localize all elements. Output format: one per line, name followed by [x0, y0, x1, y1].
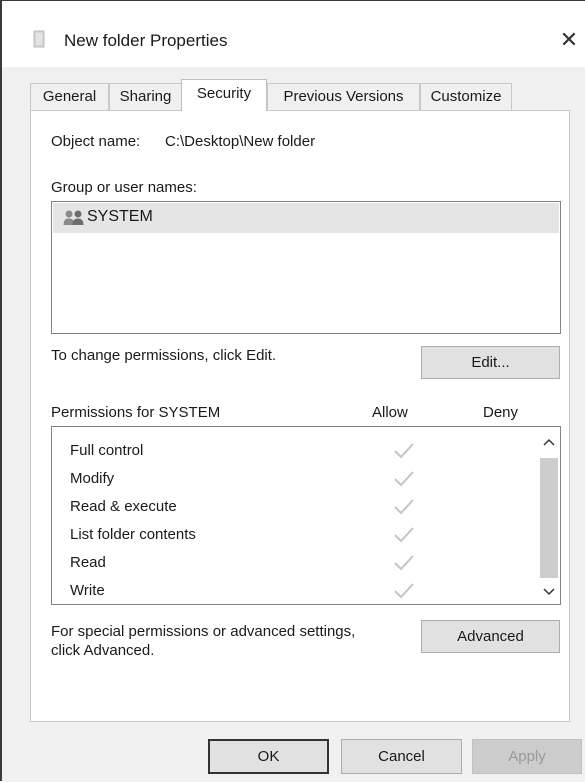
- tab-previous-versions[interactable]: Previous Versions: [267, 83, 420, 110]
- group-user-label: Group or user names:: [51, 179, 197, 196]
- scroll-down-button[interactable]: [538, 578, 560, 604]
- scroll-thumb[interactable]: [540, 458, 558, 578]
- list-item-system[interactable]: SYSTEM: [53, 203, 559, 233]
- advanced-hint-line2: click Advanced.: [51, 642, 155, 659]
- permission-name: Read & execute: [70, 498, 177, 515]
- tab-customize[interactable]: Customize: [420, 83, 512, 110]
- window-title: New folder Properties: [64, 31, 228, 50]
- permission-row: Modify: [70, 465, 540, 493]
- list-item-label: SYSTEM: [87, 208, 153, 225]
- object-name-value: C:\Desktop\New folder: [165, 133, 316, 150]
- chevron-down-icon: [543, 588, 555, 596]
- object-name-label: Object name:: [51, 133, 141, 150]
- tab-sharing[interactable]: Sharing: [109, 83, 182, 110]
- chevron-up-icon: [543, 438, 555, 446]
- allow-check-icon: [394, 583, 414, 599]
- close-button[interactable]: ✕: [554, 23, 584, 57]
- permission-row: Full control: [70, 437, 540, 465]
- allow-header: Allow: [372, 404, 408, 421]
- title-bar[interactable]: New folder Properties ✕: [2, 1, 585, 67]
- permission-row: Read: [70, 549, 540, 577]
- advanced-hint-line1: For special permissions or advanced sett…: [51, 623, 356, 640]
- permission-name: Read: [70, 554, 106, 571]
- deny-header: Deny: [483, 404, 519, 421]
- permission-name: Write: [70, 582, 105, 599]
- tab-security[interactable]: Security: [181, 79, 267, 111]
- ok-button[interactable]: OK: [208, 739, 329, 774]
- permissions-list[interactable]: Full control Modify Read & execute List …: [51, 426, 561, 605]
- properties-window: New folder Properties ✕ General Sharing …: [0, 0, 585, 782]
- apply-button[interactable]: Apply: [472, 739, 582, 774]
- permissions-label: Permissions for SYSTEM: [51, 404, 221, 421]
- permission-name: Modify: [70, 470, 115, 487]
- scroll-up-button[interactable]: [538, 426, 560, 456]
- allow-check-icon: [394, 527, 414, 543]
- advanced-button[interactable]: Advanced: [421, 620, 560, 653]
- permission-row: Read & execute: [70, 493, 540, 521]
- permissions-scrollbar[interactable]: [538, 426, 560, 605]
- user-list[interactable]: SYSTEM: [51, 201, 561, 334]
- allow-check-icon: [394, 555, 414, 571]
- close-icon: ✕: [559, 27, 579, 52]
- permission-name: List folder contents: [70, 526, 196, 543]
- permission-name: Full control: [70, 442, 144, 459]
- permission-row: Write: [70, 577, 540, 605]
- users-icon: [63, 210, 84, 225]
- permission-row: List folder contents: [70, 521, 540, 549]
- edit-button[interactable]: Edit...: [421, 346, 560, 379]
- change-permissions-hint: To change permissions, click Edit.: [51, 347, 277, 364]
- tab-general[interactable]: General: [30, 83, 109, 110]
- cancel-button[interactable]: Cancel: [341, 739, 462, 774]
- allow-check-icon: [394, 499, 414, 515]
- allow-check-icon: [394, 471, 414, 487]
- allow-check-icon: [394, 443, 414, 459]
- folder-icon: [33, 30, 45, 48]
